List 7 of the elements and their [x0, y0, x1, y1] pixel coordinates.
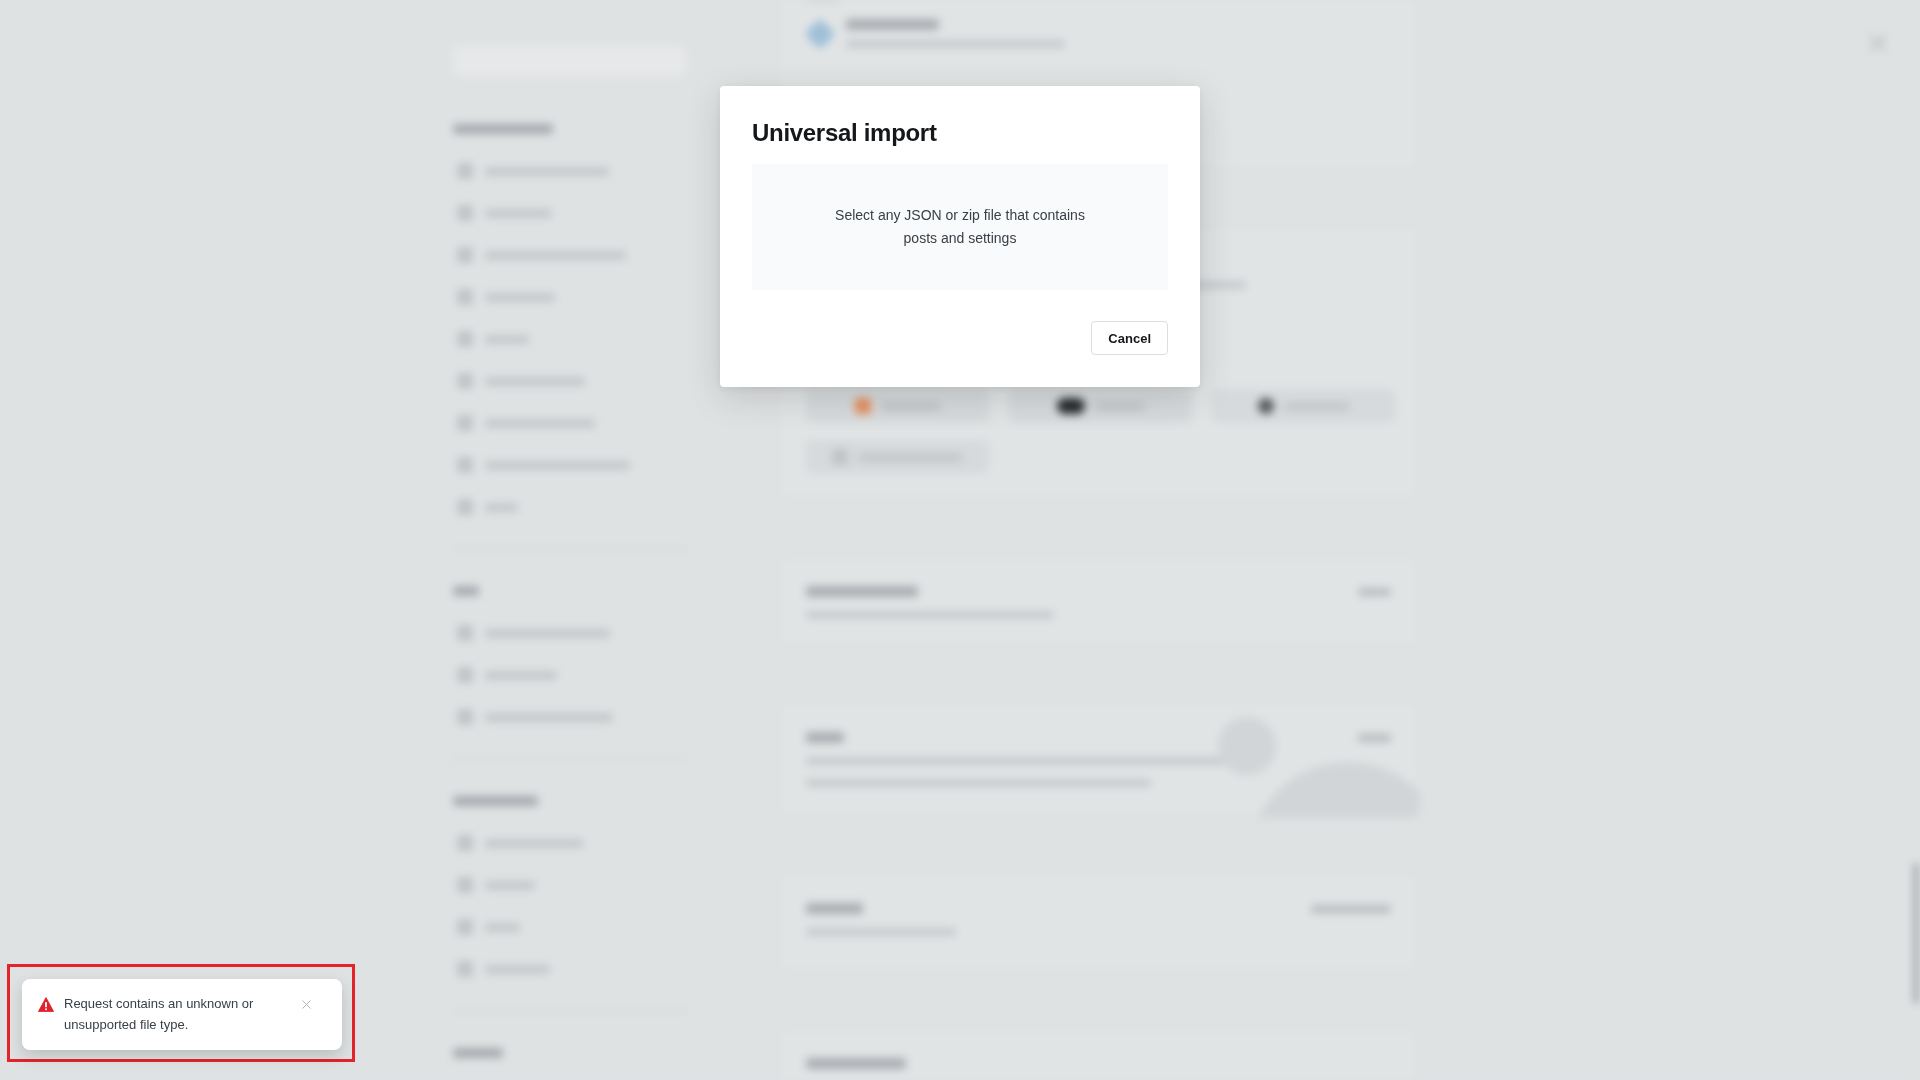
dialog-title: Universal import [752, 118, 938, 148]
cancel-button[interactable]: Cancel [1091, 321, 1168, 355]
drop-zone-instructions: Select any JSON or zip file that contains posts and settings [834, 206, 1086, 248]
file-drop-zone[interactable]: Select any JSON or zip file that contains posts and settings [752, 164, 1168, 290]
toast-message: Request contains an unknown or unsupported file type. [64, 995, 255, 1034]
warning-icon [38, 997, 54, 1012]
close-icon[interactable] [302, 1000, 311, 1009]
